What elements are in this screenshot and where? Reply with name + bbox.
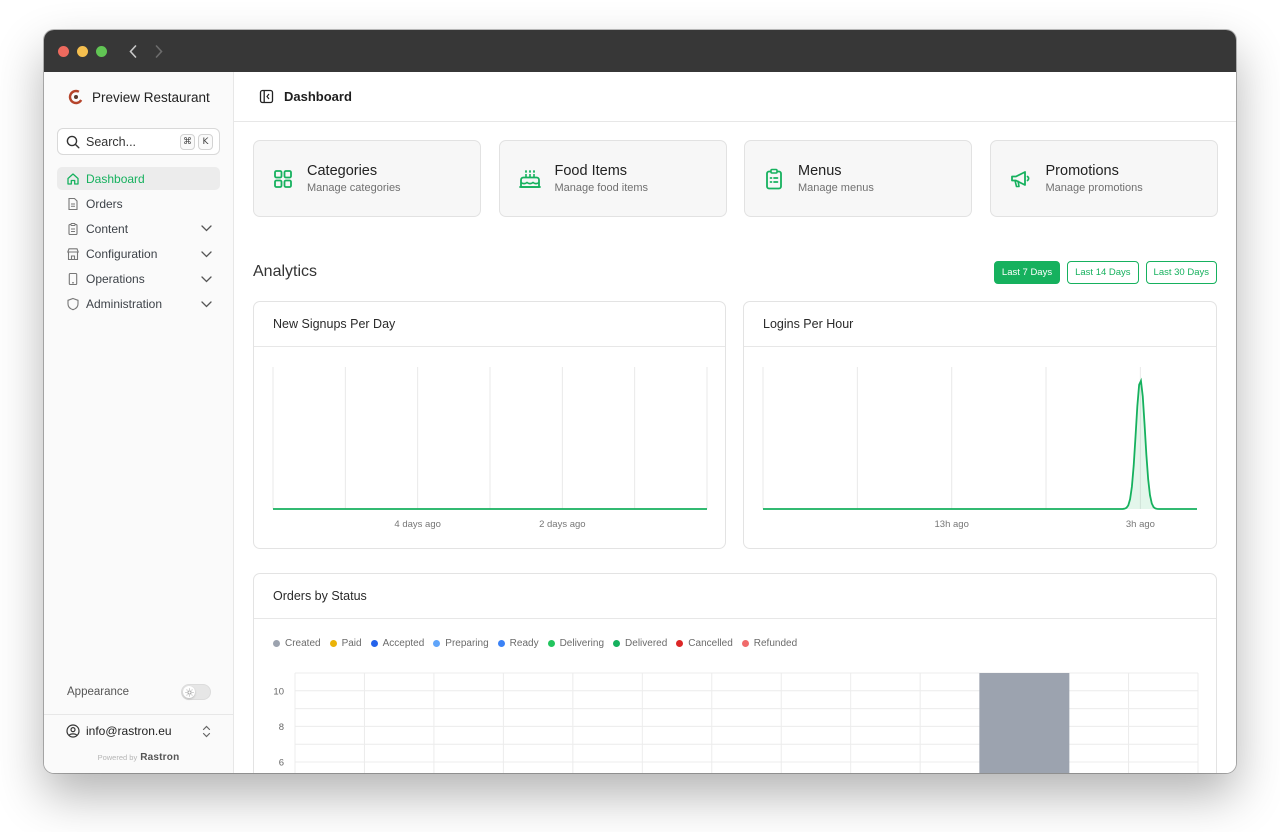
sun-icon	[184, 687, 194, 697]
account-switcher[interactable]: info@rastron.eu	[66, 724, 211, 738]
brand-logo-icon	[68, 89, 84, 105]
chevron-down-icon	[201, 225, 212, 232]
sidebar-item-operations[interactable]: Operations	[57, 268, 220, 291]
search-placeholder: Search...	[86, 134, 137, 149]
toggle-knob	[183, 686, 195, 698]
sidebar-item-content[interactable]: Content	[57, 217, 220, 240]
series-line	[763, 377, 1197, 510]
store-icon	[67, 248, 79, 261]
sidebar-item-dashboard[interactable]: Dashboard	[57, 167, 220, 190]
analytics-heading: Analytics	[253, 263, 318, 280]
chevron-down-icon	[201, 301, 212, 308]
chevron-down-icon	[201, 276, 212, 283]
chevron-up-down-icon	[202, 725, 211, 737]
title-bar	[44, 30, 1236, 72]
home-icon	[67, 172, 79, 185]
panel-title: Orders by Status	[254, 574, 1216, 619]
forward-button[interactable]	[155, 44, 169, 58]
zoom-window-button[interactable]	[96, 45, 107, 57]
card-title: Promotions	[1045, 163, 1119, 179]
y-tick-label: 8	[279, 722, 284, 733]
page-header: Dashboard	[234, 72, 1236, 122]
x-tick-label: 13h ago	[935, 519, 969, 530]
range-last-14-days-button[interactable]: Last 14 Days	[1067, 261, 1139, 284]
account-email: info@rastron.eu	[86, 724, 172, 738]
x-tick-label: 4 days ago	[394, 519, 440, 530]
shortcut-key: K	[198, 133, 213, 150]
appearance-label: Appearance	[67, 686, 130, 698]
sidebar-divider	[44, 714, 233, 715]
card-title: Menus	[798, 163, 842, 179]
sidebar-item-administration[interactable]: Administration	[57, 293, 220, 316]
logins-chart: 13h ago 3h ago	[762, 367, 1197, 530]
sidebar-item-configuration[interactable]: Configuration	[57, 243, 220, 266]
search-input[interactable]: Search... ⌘ K	[57, 128, 220, 155]
card-title: Categories	[307, 163, 378, 179]
sidebar-item-label: Content	[86, 221, 129, 236]
signups-chart: 4 days ago 2 days ago	[272, 367, 708, 530]
device-icon	[68, 273, 78, 286]
sidebar-item-label: Orders	[86, 196, 123, 211]
close-window-button[interactable]	[58, 45, 69, 57]
logins-panel: Logins Per Hour 13h ago 3h ago	[743, 301, 1217, 549]
signups-panel: New Signups Per Day 4 days ago 2 days ago	[253, 301, 726, 549]
page-title: Dashboard	[284, 89, 352, 104]
user-circle-icon	[66, 724, 80, 738]
chevron-right-icon	[155, 44, 163, 58]
y-tick-label: 10	[273, 686, 284, 697]
sidebar-item-label: Operations	[86, 272, 145, 287]
promotions-card[interactable]: Promotions Manage promotions	[989, 140, 1218, 217]
sidebar-item-label: Administration	[86, 297, 163, 312]
range-last-7-days-button[interactable]: Last 7 Days	[993, 261, 1061, 284]
orders-status-panel: Orders by Status Created Paid Accepted Prep…	[253, 573, 1217, 773]
clipboard-icon	[68, 222, 78, 235]
powered-by: Powered by Rastron	[44, 752, 233, 763]
sidebar: Preview Restaurant Search... ⌘ K Dashboa…	[44, 72, 234, 773]
appearance-toggle[interactable]	[181, 684, 211, 700]
date-range-selector: Last 7 Days Last 14 Days Last 30 Days	[987, 261, 1217, 284]
clipboard-list-icon	[766, 168, 782, 189]
document-icon	[68, 197, 78, 210]
minimize-window-button[interactable]	[77, 45, 88, 57]
card-subtitle: Manage food items	[554, 182, 649, 194]
sidebar-menu: Dashboard Orders Content Configuration O…	[44, 167, 233, 316]
sidebar-item-label: Dashboard	[86, 171, 145, 186]
brand[interactable]: Preview Restaurant	[44, 72, 233, 122]
cake-icon	[518, 169, 541, 188]
app-window: Preview Restaurant Search... ⌘ K Dashboa…	[44, 30, 1236, 773]
sidebar-item-label: Configuration	[86, 247, 158, 262]
sidebar-toggle-icon[interactable]	[259, 89, 274, 104]
sidebar-item-orders[interactable]: Orders	[57, 192, 220, 215]
chevron-left-icon	[129, 44, 137, 58]
shortcut-modifier-key: ⌘	[180, 133, 195, 150]
panel-title: Logins Per Hour	[744, 302, 1216, 347]
card-title: Food Items	[554, 163, 628, 179]
card-subtitle: Manage menus	[798, 182, 874, 194]
food-items-card[interactable]: Food Items Manage food items	[498, 140, 727, 217]
brand-name: Preview Restaurant	[92, 89, 210, 105]
orders-status-chart: 6 8 10	[273, 672, 1199, 773]
powered-by-label: Powered by	[97, 753, 138, 762]
chevron-down-icon	[201, 250, 212, 257]
categories-card[interactable]: Categories Manage categories	[253, 140, 481, 217]
panel-title: New Signups Per Day	[254, 302, 725, 347]
appearance-setting: Appearance	[67, 684, 211, 700]
main-content: Dashboard Categories Manage categories F…	[234, 72, 1236, 773]
powered-by-brand: Rastron	[140, 752, 180, 763]
megaphone-icon	[1010, 170, 1029, 187]
bar	[979, 673, 1070, 773]
search-icon	[66, 135, 80, 148]
grid-icon	[274, 169, 292, 188]
shield-icon	[67, 298, 79, 311]
x-tick-label: 3h ago	[1126, 519, 1155, 530]
y-tick-label: 6	[279, 758, 284, 769]
x-tick-label: 2 days ago	[539, 519, 585, 530]
menus-card[interactable]: Menus Manage menus	[744, 140, 972, 217]
back-button[interactable]	[129, 44, 143, 58]
card-subtitle: Manage promotions	[1045, 182, 1143, 194]
quick-links: Categories Manage categories Food Items …	[253, 140, 1235, 217]
range-last-30-days-button[interactable]: Last 30 Days	[1145, 261, 1217, 284]
card-subtitle: Manage categories	[307, 182, 401, 194]
